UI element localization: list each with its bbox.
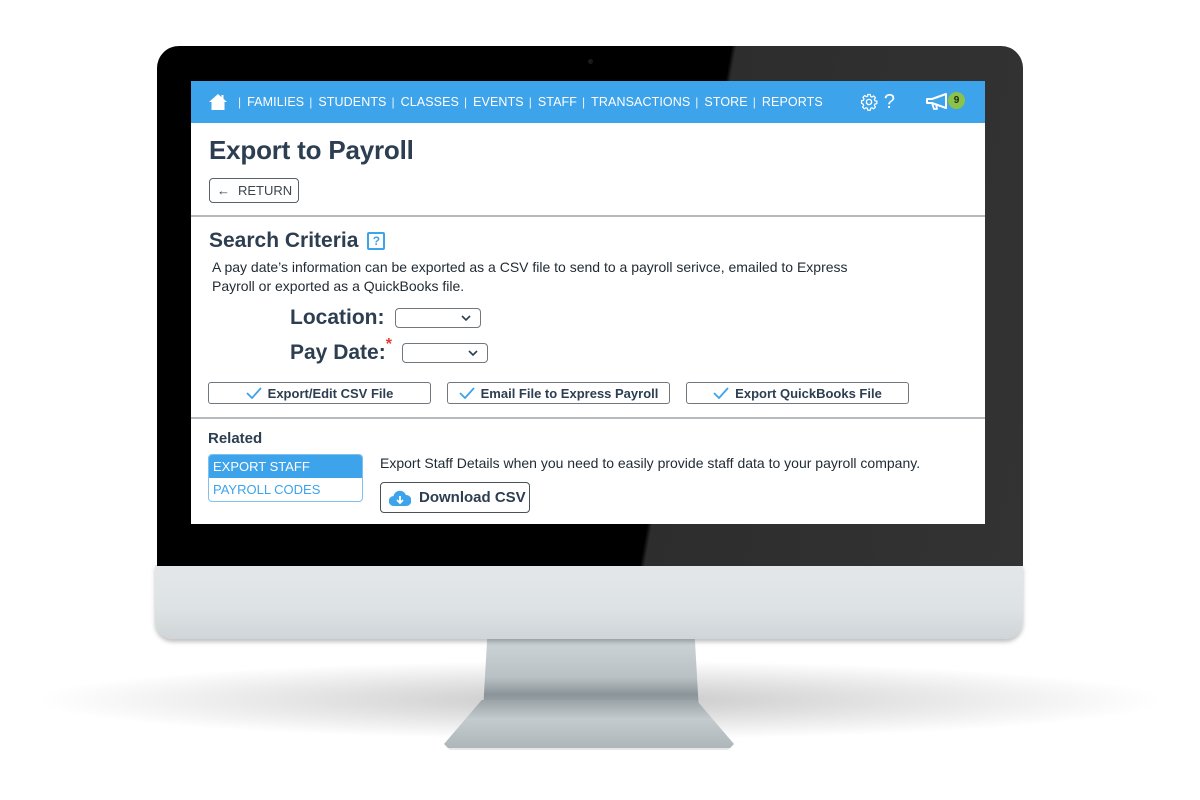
nav-utilities: ? 9 <box>860 81 965 123</box>
nav-separator: | <box>752 95 756 109</box>
gear-icon[interactable] <box>860 93 878 111</box>
nav-separator: | <box>391 95 395 109</box>
related-list: EXPORT STAFF DETAILS PAYROLL CODES <box>208 454 363 502</box>
page-title: Export to Payroll <box>209 135 414 165</box>
megaphone-icon[interactable] <box>925 93 951 111</box>
notification-badge[interactable]: 9 <box>948 91 965 109</box>
pay-date-label-text: Pay Date: <box>290 341 386 364</box>
search-criteria-heading: Search Criteria ? <box>209 229 967 253</box>
pay-date-field: Pay Date:* <box>290 336 488 365</box>
required-marker: * <box>385 336 392 353</box>
chevron-down-icon <box>460 315 471 322</box>
search-criteria-title: Search Criteria <box>209 229 359 252</box>
nav-reports[interactable]: REPORTS <box>762 95 823 109</box>
question-icon[interactable]: ? <box>367 232 386 250</box>
nav-home[interactable] <box>209 94 233 110</box>
pay-date-select[interactable] <box>401 343 488 363</box>
arrow-left-icon: ← <box>217 183 230 198</box>
monitor-chin <box>155 565 1023 639</box>
chevron-down-icon <box>468 350 478 357</box>
related-item-export-staff-details[interactable]: EXPORT STAFF DETAILS <box>209 455 362 497</box>
nav-separator: | <box>695 95 699 109</box>
related-title: Related <box>208 430 263 447</box>
download-csv-label: Download CSV <box>419 489 526 506</box>
nav-separator: | <box>582 95 586 109</box>
cloud-download-icon <box>389 490 411 506</box>
criteria-description: A pay date’s information can be exported… <box>212 259 848 294</box>
home-icon <box>209 94 227 110</box>
export-csv-label: Export/Edit CSV File <box>267 385 394 401</box>
monitor-stand-neck <box>483 636 699 711</box>
nav-families[interactable]: FAMILIES <box>247 95 304 109</box>
return-label: RETURN <box>238 183 293 198</box>
checkmark-icon <box>458 387 475 399</box>
location-select[interactable] <box>394 308 481 328</box>
monitor-stand-base <box>444 700 734 750</box>
search-criteria-section: Search Criteria ? A pay date’s informati… <box>191 217 985 419</box>
nav-separator: | <box>464 95 468 109</box>
email-express-payroll-label: Email File to Express Payroll <box>480 385 659 401</box>
nav-students[interactable]: STUDENTS <box>318 95 386 109</box>
nav-separator: | <box>309 95 313 109</box>
nav-events[interactable]: EVENTS <box>473 95 524 109</box>
export-csv-button[interactable]: Export/Edit CSV File <box>208 382 431 404</box>
checkmark-icon <box>246 387 262 399</box>
related-section: Related EXPORT STAFF DETAILS PAYROLL COD… <box>191 419 985 524</box>
nav-separator: | <box>528 95 532 109</box>
return-button[interactable]: ← RETURN <box>209 178 300 203</box>
export-actions: Export/Edit CSV File Email File to Expre… <box>208 382 925 404</box>
top-nav: | FAMILIES | STUDENTS | CLASSES | EVENTS… <box>191 81 985 123</box>
monitor-camera <box>588 59 593 64</box>
download-csv-button[interactable]: Download CSV <box>380 482 530 513</box>
pay-date-label: Pay Date:* <box>290 336 392 365</box>
related-description: Export Staff Details when you need to ea… <box>380 455 921 471</box>
related-item-payroll-codes[interactable]: PAYROLL CODES <box>209 478 362 501</box>
checkmark-icon <box>713 387 729 399</box>
help-icon[interactable]: ? <box>884 92 895 112</box>
nav-store[interactable]: STORE <box>704 95 747 109</box>
export-quickbooks-label: Export QuickBooks File <box>735 385 882 401</box>
email-express-payroll-button[interactable]: Email File to Express Payroll <box>447 382 670 404</box>
location-label: Location: <box>290 306 385 329</box>
export-quickbooks-button[interactable]: Export QuickBooks File <box>686 382 909 404</box>
nav-transactions[interactable]: TRANSACTIONS <box>591 95 690 109</box>
app-screen: | FAMILIES | STUDENTS | CLASSES | EVENTS… <box>191 81 985 524</box>
nav-classes[interactable]: CLASSES <box>401 95 459 109</box>
page-header: Export to Payroll ← RETURN <box>191 123 985 217</box>
location-field: Location: <box>290 306 481 330</box>
nav-separator: | <box>238 95 242 109</box>
nav-staff[interactable]: STAFF <box>538 95 577 109</box>
